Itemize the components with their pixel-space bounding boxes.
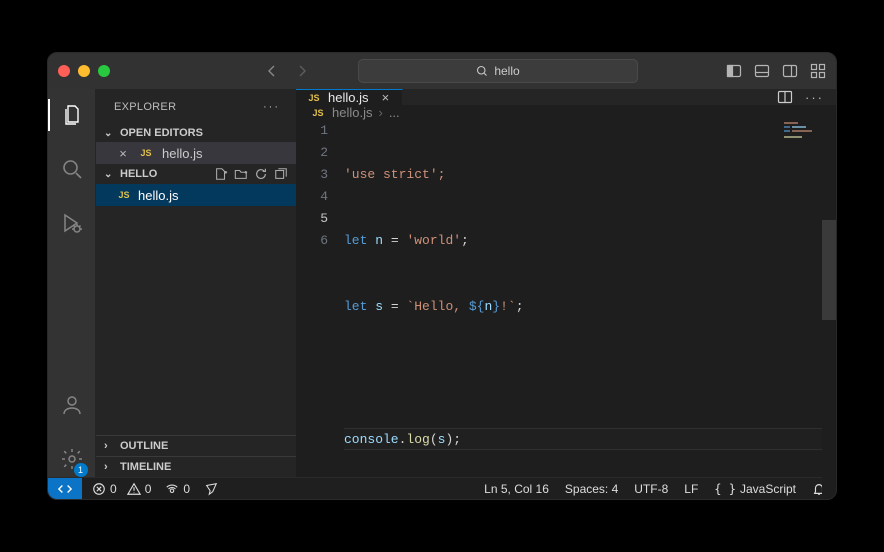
javascript-file-icon: JS <box>306 91 322 105</box>
close-window-button[interactable] <box>58 65 70 77</box>
open-editors-header[interactable]: ⌄ OPEN EDITORS <box>96 124 296 142</box>
timeline-label: TIMELINE <box>120 461 171 473</box>
open-editor-filename: hello.js <box>162 146 202 161</box>
javascript-file-icon: JS <box>116 188 132 202</box>
zoom-window-button[interactable] <box>98 65 110 77</box>
outline-section-header[interactable]: › OUTLINE <box>96 435 296 456</box>
chevron-down-icon: ⌄ <box>104 128 116 139</box>
toggle-secondary-sidebar-button[interactable] <box>782 63 798 79</box>
scrollbar-thumb[interactable] <box>822 220 836 320</box>
file-tree-filename: hello.js <box>138 188 178 203</box>
timeline-section-header[interactable]: › TIMELINE <box>96 456 296 477</box>
vertical-scrollbar[interactable] <box>822 120 836 500</box>
toggle-primary-sidebar-button[interactable] <box>726 63 742 79</box>
chevron-right-icon: › <box>104 440 116 452</box>
editor-tab[interactable]: JS hello.js × <box>296 89 403 105</box>
split-editor-button[interactable] <box>777 89 793 105</box>
chevron-right-icon: › <box>104 461 116 473</box>
customize-layout-button[interactable] <box>810 63 826 79</box>
folder-header[interactable]: ⌄ HELLO <box>96 164 296 184</box>
ports-status[interactable]: 0 <box>165 482 190 496</box>
activity-settings[interactable]: 1 <box>48 441 96 477</box>
activity-search[interactable] <box>48 151 96 187</box>
nav-back-button[interactable] <box>264 63 280 79</box>
nav-forward-button[interactable] <box>294 63 310 79</box>
outline-label: OUTLINE <box>120 440 168 452</box>
activity-explorer[interactable] <box>48 97 96 133</box>
file-tree-item[interactable]: JS hello.js <box>96 184 296 206</box>
chevron-down-icon: ⌄ <box>104 169 116 180</box>
code-editor[interactable]: 1 2 3 4 5 6 'use strict'; let n = 'world… <box>296 120 836 500</box>
code-lines: 'use strict'; let n = 'world'; let s = `… <box>344 120 836 500</box>
chevron-right-icon: › <box>378 105 382 120</box>
breadcrumb-rest: ... <box>389 105 400 120</box>
editor-tab-label: hello.js <box>328 90 368 105</box>
remote-indicator[interactable] <box>48 478 82 499</box>
minimize-window-button[interactable] <box>78 65 90 77</box>
open-editor-item[interactable]: × JS hello.js <box>96 142 296 164</box>
search-value: hello <box>494 64 519 78</box>
error-count: 0 <box>110 482 117 496</box>
open-editors-label: OPEN EDITORS <box>120 127 203 139</box>
close-tab-button[interactable]: × <box>378 90 392 105</box>
editor-group: JS hello.js × ··· JS hello.js › ... <box>296 89 836 477</box>
editor-more-button[interactable]: ··· <box>805 90 824 105</box>
traffic-lights <box>58 65 110 77</box>
activity-account[interactable] <box>48 387 96 423</box>
nav-arrows <box>264 63 310 79</box>
new-file-button[interactable] <box>214 167 228 181</box>
warning-count: 0 <box>145 482 152 496</box>
minimap[interactable] <box>784 122 818 140</box>
sidebar-title-row: EXPLORER ··· <box>96 89 296 124</box>
folder-label: HELLO <box>120 168 157 180</box>
problems-status[interactable]: 0 0 <box>92 482 151 496</box>
toggle-panel-button[interactable] <box>754 63 770 79</box>
line-number-gutter: 1 2 3 4 5 6 <box>296 120 344 500</box>
javascript-file-icon: JS <box>138 146 154 160</box>
search-icon <box>476 65 488 77</box>
vscode-window: hello <box>47 52 837 500</box>
sidebar-more-button[interactable]: ··· <box>263 101 280 113</box>
editor-tabs: JS hello.js × ··· <box>296 89 836 105</box>
collapse-folders-button[interactable] <box>274 167 288 181</box>
close-editor-button[interactable]: × <box>116 146 130 161</box>
titlebar: hello <box>48 53 836 89</box>
new-folder-button[interactable] <box>234 167 248 181</box>
refresh-explorer-button[interactable] <box>254 167 268 181</box>
settings-badge: 1 <box>74 463 88 477</box>
javascript-file-icon: JS <box>310 106 326 120</box>
command-center-search[interactable]: hello <box>358 59 638 83</box>
activity-run-debug[interactable] <box>48 205 96 241</box>
breadcrumb-file: hello.js <box>332 105 372 120</box>
explorer-sidebar: EXPLORER ··· ⌄ OPEN EDITORS × JS hello.j… <box>96 89 296 477</box>
sidebar-title: EXPLORER <box>114 101 176 113</box>
port-count: 0 <box>183 482 190 496</box>
activity-bar: 1 <box>48 89 96 477</box>
breadcrumb[interactable]: JS hello.js › ... <box>296 105 836 120</box>
feedback-status[interactable] <box>204 482 218 496</box>
